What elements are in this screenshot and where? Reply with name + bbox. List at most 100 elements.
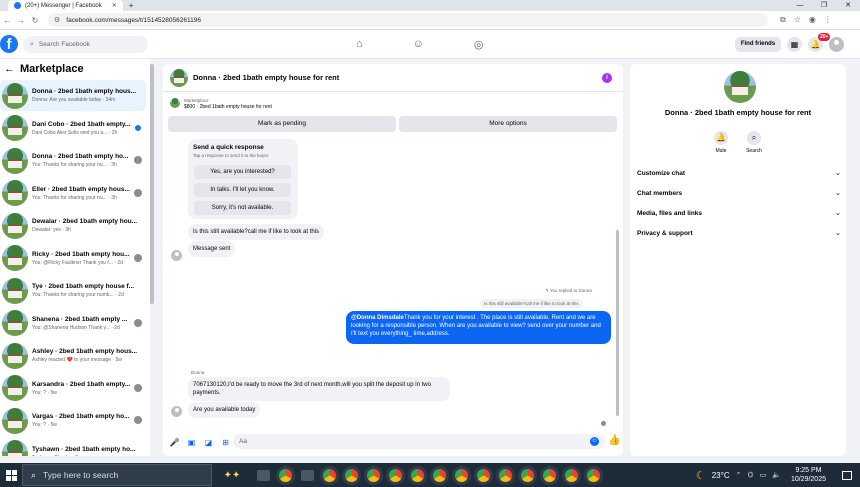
emoji-icon[interactable]: ☺ [590,437,599,446]
paint-icon[interactable] [582,464,604,486]
chrome-icon[interactable] [516,464,538,486]
quoted-message[interactable]: Is this still available?call me if like … [480,299,583,308]
sidebar-scrollbar[interactable] [150,62,154,456]
volume-icon[interactable]: 🔈 [772,471,781,479]
chrome-icon[interactable] [274,464,296,486]
friends-icon[interactable]: ☺ [413,38,424,51]
sender-avatar[interactable] [171,406,182,417]
forward-icon[interactable]: → [14,16,28,25]
conversation-info-icon[interactable]: i [602,73,612,83]
chat-listing-thumbnail[interactable] [170,68,188,87]
temperature[interactable]: 23°C [712,471,730,480]
back-arrow-icon[interactable]: ← [4,63,15,75]
thumbs-up-icon[interactable]: 👍 [608,435,620,446]
main-nav: ⌂ ☺ ◎ [356,38,484,51]
photo-icon[interactable]: ▣ [186,438,197,447]
conversation-item[interactable]: Karsandra · 2bed 1bath empty... You: ? · … [0,373,146,404]
media-files-links-row[interactable]: Media, files and links ⌄ [637,206,841,220]
taskbar-search-box[interactable]: ⌕ Type here to search [22,464,212,486]
chrome-icon[interactable] [450,464,472,486]
tab-title: (20+) Messenger | Facebook [25,2,102,9]
groups-icon[interactable]: ◎ [474,38,484,51]
conversation-item[interactable]: Dani Cobo · 2bed 1bath empty... Dani Cobo… [0,113,146,144]
sticker-icon[interactable]: ◪ [203,438,214,447]
customize-chat-row[interactable]: Customize chat ⌄ [637,166,841,180]
conversation-item[interactable]: Donna · 2bed 1bath empty ho... You: Thank… [0,145,146,176]
conversation-item[interactable]: Dewalar · 2bed 1bath empty hou... Dewalar… [0,210,146,241]
notification-center-icon[interactable] [842,470,852,480]
chat-title[interactable]: Donna · 2bed 1bath empty house for rent [193,73,339,82]
menu-grid-icon[interactable]: ▦ [787,37,802,52]
conversation-item[interactable]: Ricky · 2bed 1bath empty hou... You: @Ric… [0,243,146,274]
start-button[interactable] [0,463,22,487]
new-tab-button[interactable]: + [129,1,134,10]
weather-moon-icon[interactable]: ☾ [696,469,706,482]
battery-icon[interactable]: ▭ [760,471,767,479]
search-conversation-button[interactable]: ⌕ Search [736,131,772,154]
message-input[interactable]: Aa [233,434,605,449]
chat-members-row[interactable]: Chat members ⌄ [637,186,841,200]
conversation-item[interactable]: Shanena · 2bed 1bath empty ... You: @Shan… [0,308,146,339]
file-explorer-icon[interactable] [296,464,318,486]
facebook-search-input[interactable]: ⌕ Search Facebook [23,36,148,53]
message-bubble-incoming[interactable]: Message sent [188,241,236,257]
chrome-icon[interactable] [406,464,428,486]
message-bubble-outgoing[interactable]: @Donna DimsdaleThank you for your intere… [346,311,611,344]
conversation-item[interactable]: Tye · 2bed 1bath empty house f... You: Th… [0,275,146,306]
details-listing-thumbnail[interactable] [724,71,756,103]
listing-summary[interactable]: Marketplace $800 · 2bed 1bath empty hous… [168,98,272,110]
task-view-icon[interactable] [252,464,274,486]
microphone-icon[interactable]: 🎤 [169,438,180,447]
message-bubble-incoming[interactable]: Is this still available?call me if like … [188,224,325,240]
browser-menu-icon[interactable]: ⋮ [824,15,832,25]
chrome-icon[interactable] [362,464,384,486]
reload-icon[interactable]: ↻ [28,16,42,25]
site-info-icon[interactable]: ⚙ [54,16,60,24]
privacy-support-row[interactable]: Privacy & support ⌄ [637,226,841,240]
close-window-icon[interactable]: ✕ [836,0,860,11]
bookmark-star-icon[interactable]: ☆ [794,15,801,25]
chrome-icon[interactable] [560,464,582,486]
conversation-item[interactable]: Vargas · 2bed 1bath empty ho... You: ? · … [0,405,146,436]
widgets-sparkle-icon[interactable]: ✦✦ [212,470,252,481]
chrome-icon[interactable] [472,464,494,486]
quick-response-option[interactable]: In talks. I'll let you know. [194,183,291,197]
message-bubble-incoming[interactable]: 7067130120,I'd be ready to move the 3rd … [188,377,450,401]
facebook-logo-icon[interactable]: f [0,35,18,53]
minimize-icon[interactable]: — [788,0,812,11]
conversation-item[interactable]: Donna · 2bed 1bath empty hous... Donna: A… [0,80,146,111]
mention-link[interactable]: @Donna Dimsdale [351,315,404,321]
page-scrollbar[interactable] [850,62,858,456]
address-bar[interactable]: ⚙ facebook.com/messages/t/15145280562611… [48,13,768,27]
chrome-icon[interactable] [494,464,516,486]
clock[interactable]: 9:25 PM 10/29/2025 [791,466,826,484]
find-friends-button[interactable]: Find friends [735,37,781,52]
conversation-item[interactable]: Tyshawn · 2bed 1bath empty ho... Tyshawn:… [0,438,146,456]
browser-tab-messenger[interactable]: (20+) Messenger | Facebook ✕ [8,0,123,11]
close-tab-icon[interactable]: ✕ [112,2,117,9]
mute-button[interactable]: 🔔 Mute [703,131,739,154]
network-icon[interactable]: ⌬ [747,471,753,479]
install-app-icon[interactable]: ⧉ [780,15,786,25]
account-avatar[interactable] [829,37,844,52]
conversation-item[interactable]: Ashley · 2bed 1bath empty hous... Ashley … [0,340,146,371]
chrome-icon[interactable] [340,464,362,486]
more-options-button[interactable]: More options [399,116,617,132]
message-bubble-incoming[interactable]: Are you available today [188,402,261,418]
mark-as-pending-button[interactable]: Mark as pending [168,116,396,132]
chrome-icon[interactable] [428,464,450,486]
chevron-up-icon[interactable]: ⌃ [736,471,742,479]
sender-avatar[interactable] [171,250,182,261]
quick-response-option[interactable]: Sorry, it's not available. [194,201,291,215]
conversation-item[interactable]: Eller · 2bed 1bath empty hous... You: Tha… [0,178,146,209]
chrome-icon[interactable] [538,464,560,486]
gif-icon[interactable]: ⊞ [220,438,231,447]
chrome-icon[interactable] [318,464,340,486]
profile-icon[interactable]: ◉ [809,15,816,25]
home-icon[interactable]: ⌂ [356,38,363,51]
chat-scrollbar[interactable] [616,140,620,420]
back-icon[interactable]: ← [0,16,14,25]
chrome-icon[interactable] [384,464,406,486]
maximize-icon[interactable]: ❐ [812,0,836,11]
quick-response-option[interactable]: Yes, are you interested? [194,165,291,179]
